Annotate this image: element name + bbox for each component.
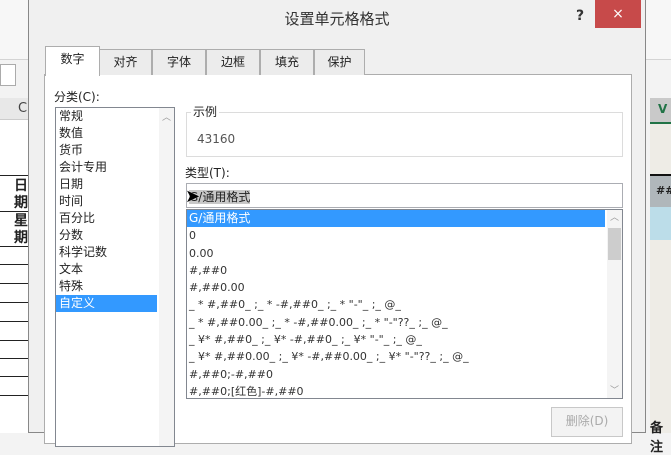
category-item[interactable]: 日期 <box>56 176 157 193</box>
format-item[interactable]: _ * #,##0.00_ ;_ * -#,##0.00_ ;_ * "-"??… <box>187 314 605 331</box>
tab-border[interactable]: 边框 <box>206 49 260 75</box>
cell-hash[interactable]: ## <box>650 174 671 207</box>
help-button[interactable]: ? <box>576 8 584 24</box>
format-cells-dialog: 设置单元格格式 ? × 数字 对齐 字体 边框 填充 保护 分类(C): 常规数… <box>28 0 646 447</box>
category-item[interactable]: 货币 <box>56 142 157 159</box>
chevron-down-icon[interactable]: ﹀ <box>607 383 622 396</box>
format-item[interactable]: 0.00 <box>187 245 605 262</box>
tab-font[interactable]: 字体 <box>152 49 206 75</box>
category-item[interactable]: 文本 <box>56 261 157 278</box>
format-item[interactable]: #,##0;-#,##0 <box>187 366 605 383</box>
category-label: 分类(C): <box>54 90 100 104</box>
format-item[interactable]: _ ¥* #,##0_ ;_ ¥* -#,##0_ ;_ ¥* "-"_ ;_ … <box>187 331 605 348</box>
selected-cell[interactable] <box>650 207 671 240</box>
format-item[interactable]: _ ¥* #,##0.00_ ;_ ¥* -#,##0.00_ ;_ ¥* "-… <box>187 348 605 365</box>
format-scrollbar[interactable]: ︿ ﹀ <box>607 210 622 398</box>
sample-value: 43160 <box>197 132 236 146</box>
column-header-c[interactable]: C <box>0 98 30 120</box>
type-label: 类型(T): <box>185 166 230 180</box>
sheet-left: 日期 星期 <box>0 120 30 433</box>
name-box-dropdown[interactable] <box>0 64 16 86</box>
format-item[interactable]: #,##0 <box>187 262 605 279</box>
close-button[interactable]: × <box>595 0 641 28</box>
format-item[interactable]: 0 <box>187 227 605 244</box>
category-item[interactable]: 自定义 <box>56 295 157 312</box>
sample-label: 示例 <box>191 103 220 120</box>
dialog-title: 设置单元格格式 <box>284 10 390 28</box>
category-item[interactable]: 分数 <box>56 227 157 244</box>
category-item[interactable]: 科学记数 <box>56 244 157 261</box>
category-item[interactable]: 百分比 <box>56 210 157 227</box>
category-scrollbar[interactable]: ︿ <box>159 108 174 446</box>
category-item[interactable]: 时间 <box>56 193 157 210</box>
category-list[interactable]: 常规 数值 货币 会计专用 日期 时间 百分比 分数 科学记数 文本 特殊 自定义 ︿ <box>55 107 175 447</box>
category-item[interactable]: 会计专用 <box>56 159 157 176</box>
cell-remark[interactable]: 备注 <box>650 417 671 455</box>
format-item[interactable]: #,##0;[红色]-#,##0 <box>187 383 605 398</box>
type-input[interactable]: G/通用格式 <box>186 183 623 208</box>
scrollbar-thumb[interactable] <box>608 228 621 260</box>
sheet-right: ## 备注 <box>650 124 671 455</box>
tab-number[interactable]: 数字 <box>45 46 100 76</box>
chevron-up-icon[interactable]: ︿ <box>159 110 174 123</box>
format-item[interactable]: #,##0.00 <box>187 279 605 296</box>
category-item[interactable]: 常规 <box>56 108 157 125</box>
format-item[interactable]: G/通用格式 <box>187 210 605 228</box>
format-item[interactable]: _ * #,##0_ ;_ * -#,##0_ ;_ * "-"_ ;_ @_ <box>187 296 605 313</box>
sample-group <box>186 112 623 157</box>
category-item[interactable]: 特殊 <box>56 278 157 295</box>
mouse-cursor-icon: ➤ <box>185 186 201 207</box>
tab-fill[interactable]: 填充 <box>260 49 314 75</box>
tab-protection[interactable]: 保护 <box>314 49 365 75</box>
format-list[interactable]: G/通用格式 0 0.00 #,##0 #,##0.00 _ * #,##0_ ;_ * … <box>186 209 623 399</box>
tab-alignment[interactable]: 对齐 <box>99 49 152 75</box>
category-item[interactable]: 数值 <box>56 125 157 142</box>
column-header-v[interactable]: V <box>650 98 671 124</box>
chevron-up-icon[interactable]: ︿ <box>607 210 622 227</box>
